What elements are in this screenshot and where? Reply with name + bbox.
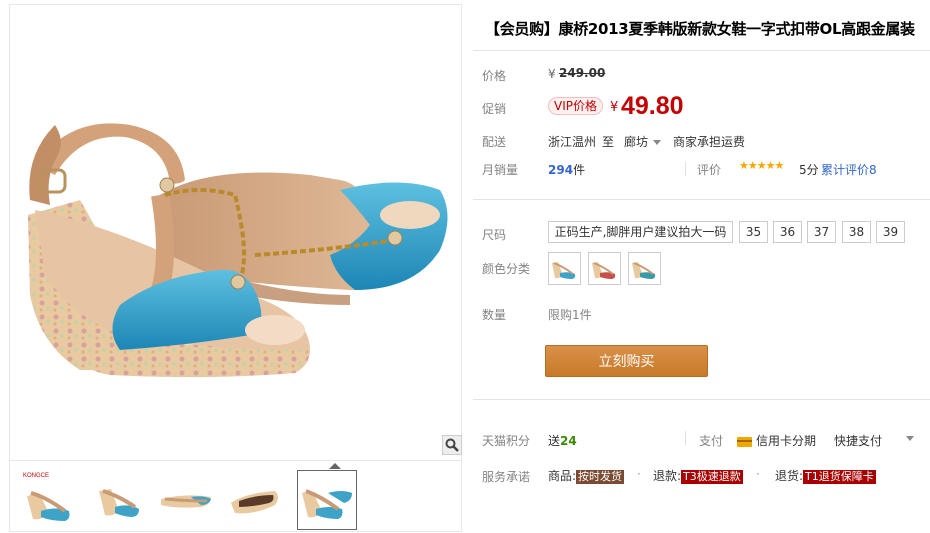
sandal-illustration <box>28 123 448 378</box>
points-text: 送 <box>548 434 561 448</box>
service-goods-tag[interactable]: 按时发货 <box>576 470 625 484</box>
sales-info: 294件 <box>548 161 585 178</box>
credit-card-icon <box>737 436 752 447</box>
points-info: 送24 <box>548 432 577 449</box>
color-swatch-sandal-icon <box>632 262 656 279</box>
size-38-option[interactable]: 38 <box>842 221 871 243</box>
size-37-option[interactable]: 37 <box>807 221 836 243</box>
service-return-tag[interactable]: T1退货保障卡 <box>803 470 876 484</box>
price-yen: ¥ <box>548 67 556 81</box>
buy-now-button[interactable]: 立刻购买 <box>545 345 708 377</box>
review-count-link[interactable]: 累计评价8 <box>821 161 877 178</box>
thumb-brand-badge: KONGCE <box>23 473 50 479</box>
points-value: 24 <box>560 434 577 448</box>
chevron-down-icon[interactable] <box>906 436 914 441</box>
product-gallery: KONGCE <box>9 4 462 532</box>
sales-label: 月销量 <box>482 163 519 177</box>
dot-separator: · <box>756 467 760 481</box>
original-price: 249.00 <box>559 66 606 80</box>
divider <box>473 399 930 400</box>
color-option-blue[interactable] <box>548 252 581 285</box>
shipping-fee: 商家承担运费 <box>673 135 746 149</box>
points-label: 天猫积分 <box>482 434 531 448</box>
credit-installment-label: 信用卡分期 <box>756 434 817 448</box>
rating-stars-icon: ★★★★★ <box>739 159 784 172</box>
size-note-option[interactable]: 正码生产,脚胖用户建议拍大一码 <box>548 221 733 243</box>
service-label: 服务承诺 <box>482 470 531 484</box>
divider <box>473 50 930 51</box>
thumb-sandal-icon <box>99 489 139 517</box>
shipping-label: 配送 <box>482 135 507 149</box>
thumbnail-2[interactable] <box>88 470 148 530</box>
quantity-limit: 限购1件 <box>548 308 592 322</box>
size-39-option[interactable]: 39 <box>876 221 905 243</box>
divider <box>473 199 930 200</box>
product-info-panel: 【会员购】康桥2013夏季韩版新款女鞋一字式扣带OL高跟金属装 价格 ¥ 249… <box>463 4 930 533</box>
promo-yen: ¥ <box>610 100 619 115</box>
color-swatch-sandal-icon <box>552 262 576 279</box>
magnifier-icon <box>445 438 459 452</box>
thumb-sandal-icon <box>302 489 352 519</box>
thumbnail-strip: KONGCE <box>10 460 461 532</box>
product-title: 【会员购】康桥2013夏季韩版新款女鞋一字式扣带OL高跟金属装 <box>485 20 915 38</box>
credit-installment-option[interactable]: 信用卡分期 <box>737 432 816 449</box>
sales-unit: 件 <box>573 163 586 177</box>
ship-destination: 廊坊 <box>624 135 649 149</box>
service-refund-label: 退款: <box>653 469 682 483</box>
price-label: 价格 <box>482 69 507 83</box>
size-35-option[interactable]: 35 <box>739 221 768 243</box>
sales-count: 294 <box>548 163 574 177</box>
rating-score: 5分 <box>799 163 819 177</box>
main-product-image[interactable] <box>10 5 461 457</box>
size-36-option[interactable]: 36 <box>773 221 802 243</box>
service-refund-tag[interactable]: T3极速退款 <box>681 470 743 484</box>
color-option-red[interactable] <box>588 252 621 285</box>
chevron-down-icon <box>653 140 662 145</box>
promo-price: 49.80 <box>621 92 684 120</box>
size-label: 尺码 <box>482 228 507 242</box>
service-return-label: 退货: <box>775 469 804 483</box>
thumb-sandal-icon <box>27 491 70 521</box>
rating-label: 评价 <box>697 163 722 177</box>
zoom-button[interactable] <box>442 435 462 455</box>
service-return: 退货: T1退货保障卡 <box>775 467 876 484</box>
promo-label: 促销 <box>482 102 507 116</box>
payment-label: 支付 <box>699 434 724 448</box>
thumbnail-4[interactable] <box>224 470 284 530</box>
thumb-active-arrow-icon <box>329 463 341 469</box>
thumbnail-5-active[interactable] <box>297 470 357 530</box>
ship-to-word: 至 <box>602 135 615 149</box>
separator <box>685 431 686 445</box>
color-swatch-sandal-icon <box>592 262 616 279</box>
quantity-label: 数量 <box>482 308 507 322</box>
dot-separator: · <box>637 467 641 481</box>
thumbnail-1[interactable]: KONGCE <box>20 470 80 530</box>
quick-pay-label: 快捷支付 <box>834 434 883 448</box>
thumb-sandal-icon <box>161 495 211 508</box>
thumb-sandal-icon <box>231 491 278 514</box>
color-option-teal[interactable] <box>628 252 661 285</box>
ship-destination-select[interactable]: 廊坊 <box>624 133 662 150</box>
ship-from: 浙江温州 <box>548 135 597 149</box>
service-refund: 退款: T3极速退款 <box>653 467 743 484</box>
color-label: 颜色分类 <box>482 262 531 276</box>
quick-pay-option[interactable]: 快捷支付 <box>834 432 882 449</box>
vip-price-badge: VIP价格 <box>548 97 603 115</box>
service-goods-label: 商品: <box>548 469 577 483</box>
thumbnail-3[interactable] <box>156 470 216 530</box>
separator <box>685 162 686 176</box>
service-goods: 商品: 按时发货 <box>548 467 625 484</box>
